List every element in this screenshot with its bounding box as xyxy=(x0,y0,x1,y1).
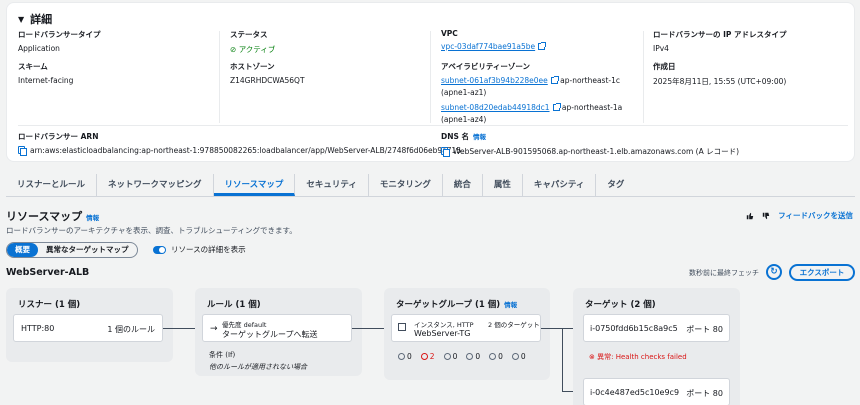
info-link[interactable]: 情報 xyxy=(504,301,517,309)
hosted-zone-field: ホストゾーン Z14GRHDCWA56QT xyxy=(230,62,305,85)
rule-card[interactable]: → 優先度 default ターゲットグループへ転送 xyxy=(202,314,352,342)
details-panel: ▼ 詳細 ロードバランサータイプ Application スキーム Intern… xyxy=(6,2,855,162)
arrow-right-icon: → xyxy=(210,324,218,334)
external-link-icon[interactable] xyxy=(550,76,559,84)
copy-icon[interactable] xyxy=(18,146,27,156)
listener-card[interactable]: HTTP:80 1 個のルール xyxy=(13,314,163,342)
refresh-icon[interactable]: ↻ xyxy=(766,264,782,280)
tab-divider xyxy=(6,196,855,197)
target-group-icon xyxy=(398,323,406,331)
divider xyxy=(430,31,431,123)
tab-resource-map[interactable]: リソースマップ xyxy=(213,174,296,196)
details-title: 詳細 xyxy=(30,13,53,26)
resource-map-description: ロードバランサーのアーキテクチャを表示、調査、トラブルシューティングできます。 xyxy=(6,226,297,235)
listeners-column: リスナー (1 個) HTTP:80 1 個のルール xyxy=(6,288,173,362)
scheme-field: スキーム Internet-facing xyxy=(18,62,74,85)
copy-icon[interactable] xyxy=(441,147,450,157)
view-abnormal-button[interactable]: 異常なターゲットマップ xyxy=(38,243,137,257)
target-groups-column: ターゲットグループ (1 個) 情報 インスタンス, HTTP WebServer… xyxy=(384,288,550,380)
check-circle-icon: ⊘ xyxy=(230,45,237,54)
resource-details-toggle[interactable]: リソースの詳細を表示 xyxy=(153,244,246,255)
rules-column: ルール (1 個) → 優先度 default ターゲットグループへ転送 条件 … xyxy=(195,288,362,376)
divider xyxy=(219,31,220,123)
feedback-area: フィードバックを送信 xyxy=(746,210,853,221)
tab-tags[interactable]: タグ xyxy=(596,174,635,196)
created-field: 作成日 2025年8月11日, 15:55 (UTC+09:00) xyxy=(653,62,787,86)
toggle-switch[interactable] xyxy=(153,245,166,254)
tab-security[interactable]: セキュリティ xyxy=(295,174,369,196)
vpc-link[interactable]: vpc-03daf774bae91a5be xyxy=(441,42,535,51)
healthy-icon xyxy=(398,353,405,360)
view-segmented-control: 概要 異常なターゲットマップ xyxy=(6,242,138,258)
caret-down-icon[interactable]: ▼ xyxy=(18,15,24,24)
status-value: アクティブ xyxy=(238,45,276,54)
tab-attributes[interactable]: 属性 xyxy=(483,174,523,196)
error-icon: ⊗ xyxy=(589,353,595,361)
divider xyxy=(643,31,644,123)
divider xyxy=(18,125,848,126)
draining-icon xyxy=(489,353,497,360)
targets-column: ターゲット (2 個) i-0750fdd6b15c8a9c5 ポート 80 ⊗… xyxy=(573,288,740,405)
dns-field: DNS 名情報 WebServer-ALB-901595068.ap-north… xyxy=(441,132,740,157)
arn-field: ロードバランサー ARN arn:aws:elasticloadbalancin… xyxy=(18,132,462,156)
target-status-counts: 0 2 0 0 0 0 xyxy=(398,352,535,361)
tab-monitoring[interactable]: モニタリング xyxy=(369,174,443,196)
tab-bar: リスナーとルール ネットワークマッピング リソースマップ セキュリティ モニタリ… xyxy=(6,174,635,196)
resource-map-title: リソースマップ 情報 xyxy=(6,210,100,223)
subnet-link[interactable]: subnet-061af3b94b228e0ee xyxy=(441,76,548,85)
initial-icon xyxy=(443,353,451,360)
load-balancer-name: WebServer-ALB xyxy=(6,267,90,278)
thumbs-down-icon[interactable] xyxy=(762,212,770,220)
target-card[interactable]: i-0750fdd6b15c8a9c5 ポート 80 xyxy=(583,314,730,342)
info-link[interactable]: 情報 xyxy=(473,133,486,141)
tab-network-mapping[interactable]: ネットワークマッピング xyxy=(97,174,214,196)
subnet-link[interactable]: subnet-08d20edab44918dc1 xyxy=(441,103,550,112)
unhealthy-icon xyxy=(420,353,428,360)
info-link[interactable]: 情報 xyxy=(86,214,99,222)
connector-line xyxy=(163,328,195,329)
connector-line xyxy=(562,328,563,392)
tab-capacity[interactable]: キャパシティ xyxy=(523,174,597,196)
details-header[interactable]: ▼ 詳細 xyxy=(18,11,52,27)
feedback-link[interactable]: フィードバックを送信 xyxy=(778,210,853,221)
tab-integrations[interactable]: 統合 xyxy=(443,174,483,196)
status-field: ステータス ⊘ アクティブ xyxy=(230,30,276,54)
unavailable-icon xyxy=(511,353,519,360)
last-fetched: 数秒前に最終フェッチ xyxy=(689,269,759,277)
unused-icon xyxy=(466,353,474,360)
vpc-field: VPC vpc-03daf774bae91a5be xyxy=(441,29,547,51)
lb-type-field: ロードバランサータイプ Application xyxy=(18,30,101,53)
external-link-icon[interactable] xyxy=(538,42,547,50)
export-button[interactable]: エクスポート xyxy=(789,264,855,281)
external-link-icon[interactable] xyxy=(552,103,561,111)
thumbs-up-icon[interactable] xyxy=(746,212,754,220)
target-group-card[interactable]: インスタンス, HTTP WebServer-TG 2 個のターゲット xyxy=(391,314,541,342)
target-status: ⊗ 異常: Health checks failed xyxy=(589,353,687,361)
az-field: アベイラビリティーゾーン subnet-061af3b94b228e0ee ap… xyxy=(441,62,623,124)
view-overview-button[interactable]: 概要 xyxy=(7,243,38,257)
target-card[interactable]: i-0c4e487ed5c10e9c9 ポート 80 xyxy=(583,378,730,405)
ip-type-field: ロードバランサーの IP アドレスタイプ IPv4 xyxy=(653,30,787,53)
tab-listeners[interactable]: リスナーとルール xyxy=(6,174,98,196)
